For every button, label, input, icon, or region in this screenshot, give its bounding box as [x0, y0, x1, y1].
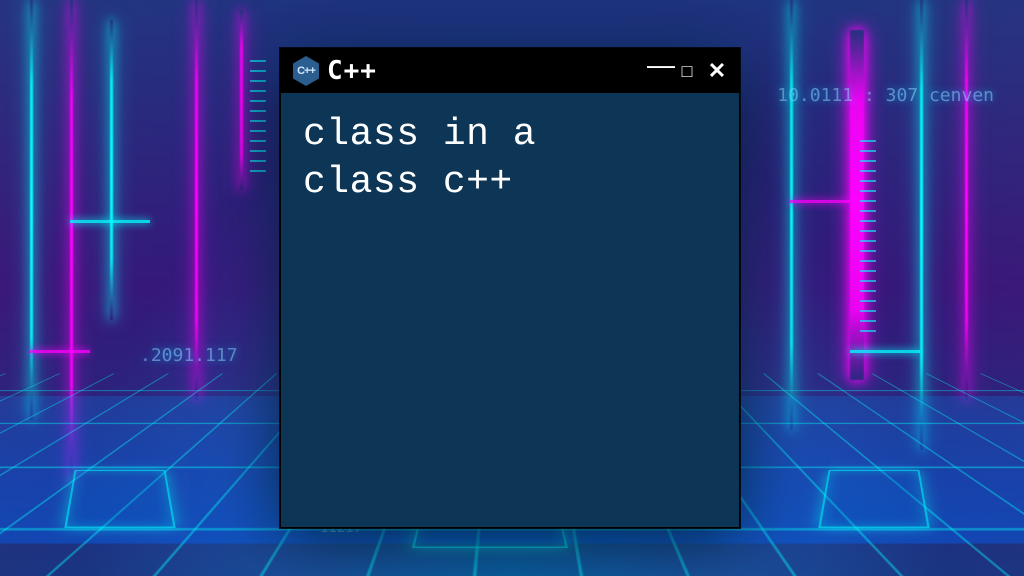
neon-segment — [790, 200, 850, 203]
neon-line — [195, 0, 198, 400]
neon-line — [30, 0, 33, 420]
neon-line — [110, 20, 113, 320]
ruler-ticks — [250, 60, 266, 180]
minimize-button[interactable]: — — [647, 51, 667, 79]
icon-label: C++ — [297, 65, 315, 77]
terminal-window: C++ C++ — □ ✕ class in a class c++ — [280, 48, 740, 528]
maximize-button[interactable]: □ — [677, 62, 697, 80]
neon-line — [965, 0, 968, 400]
close-button[interactable]: ✕ — [707, 60, 727, 82]
floor-tile — [64, 470, 175, 528]
titlebar[interactable]: C++ C++ — □ ✕ — [281, 49, 739, 93]
neon-segment — [30, 350, 90, 353]
neon-line — [790, 0, 793, 430]
bg-text-fragment: 10.0111 : 307 cenven — [777, 85, 994, 106]
neon-segment — [70, 220, 150, 223]
cpp-icon: C++ — [293, 56, 319, 86]
window-title: C++ — [327, 56, 639, 86]
bg-text-fragment: .2091.117 — [140, 345, 238, 366]
floor-tile — [818, 470, 929, 528]
neon-segment — [850, 350, 920, 353]
neon-line — [240, 10, 243, 190]
terminal-body[interactable]: class in a class c++ — [281, 93, 739, 224]
window-controls: — □ ✕ — [647, 57, 727, 85]
ruler-ticks — [860, 140, 876, 340]
